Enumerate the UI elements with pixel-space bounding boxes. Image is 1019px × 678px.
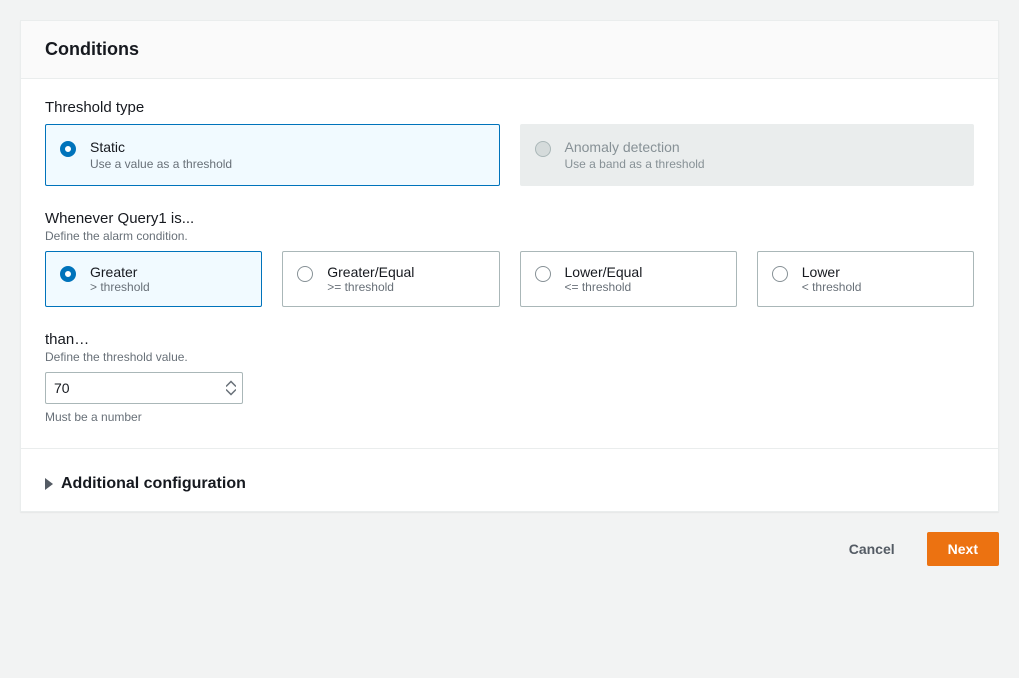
condition-section: Whenever Query1 is... Define the alarm c… — [45, 210, 974, 307]
condition-greater[interactable]: Greater > threshold — [45, 251, 262, 307]
caret-right-icon — [45, 478, 53, 490]
cond-sub: > threshold — [90, 280, 249, 294]
tile-desc: Use a band as a threshold — [565, 157, 958, 171]
threshold-type-label: Threshold type — [45, 99, 974, 116]
radio-icon — [297, 266, 313, 282]
divider — [21, 448, 998, 449]
panel-title: Conditions — [45, 39, 974, 60]
cond-title: Lower/Equal — [565, 264, 724, 280]
threshold-type-static[interactable]: Static Use a value as a threshold — [45, 124, 500, 186]
cond-title: Greater — [90, 264, 249, 280]
cond-sub: <= threshold — [565, 280, 724, 294]
cancel-button[interactable]: Cancel — [829, 532, 915, 566]
panel-header: Conditions — [21, 21, 998, 79]
threshold-value-hint: Must be a number — [45, 410, 974, 424]
additional-configuration-toggle[interactable]: Additional configuration — [21, 457, 998, 511]
radio-icon — [60, 266, 76, 282]
condition-label: Whenever Query1 is... — [45, 210, 974, 227]
tile-desc: Use a value as a threshold — [90, 157, 483, 171]
condition-lower-equal[interactable]: Lower/Equal <= threshold — [520, 251, 737, 307]
panel-body: Threshold type Static Use a value as a t… — [21, 79, 998, 457]
wizard-footer: Cancel Next — [20, 532, 999, 566]
threshold-type-options: Static Use a value as a threshold Anomal… — [45, 124, 974, 186]
number-spinner — [226, 381, 236, 396]
radio-icon — [772, 266, 788, 282]
condition-lower[interactable]: Lower < threshold — [757, 251, 974, 307]
threshold-value-subtitle: Define the threshold value. — [45, 350, 974, 364]
radio-icon — [535, 266, 551, 282]
threshold-type-anomaly: Anomaly detection Use a band as a thresh… — [520, 124, 975, 186]
spinner-up-icon[interactable] — [226, 381, 236, 388]
tile-title: Anomaly detection — [565, 139, 958, 155]
threshold-value-input[interactable] — [54, 380, 234, 396]
spinner-down-icon[interactable] — [226, 389, 236, 396]
radio-icon — [60, 141, 76, 157]
conditions-panel: Conditions Threshold type Static Use a v… — [20, 20, 999, 512]
cond-sub: >= threshold — [327, 280, 486, 294]
condition-greater-equal[interactable]: Greater/Equal >= threshold — [282, 251, 499, 307]
radio-icon — [535, 141, 551, 157]
cond-title: Lower — [802, 264, 961, 280]
tile-title: Static — [90, 139, 483, 155]
condition-subtitle: Define the alarm condition. — [45, 229, 974, 243]
next-button[interactable]: Next — [927, 532, 999, 566]
additional-configuration-label: Additional configuration — [61, 475, 246, 493]
threshold-value-label: than… — [45, 331, 974, 348]
threshold-value-input-wrapper — [45, 372, 243, 404]
cond-title: Greater/Equal — [327, 264, 486, 280]
condition-options: Greater > threshold Greater/Equal >= thr… — [45, 251, 974, 307]
threshold-type-section: Threshold type Static Use a value as a t… — [45, 99, 974, 186]
cond-sub: < threshold — [802, 280, 961, 294]
threshold-value-section: than… Define the threshold value. Must b… — [45, 331, 974, 424]
